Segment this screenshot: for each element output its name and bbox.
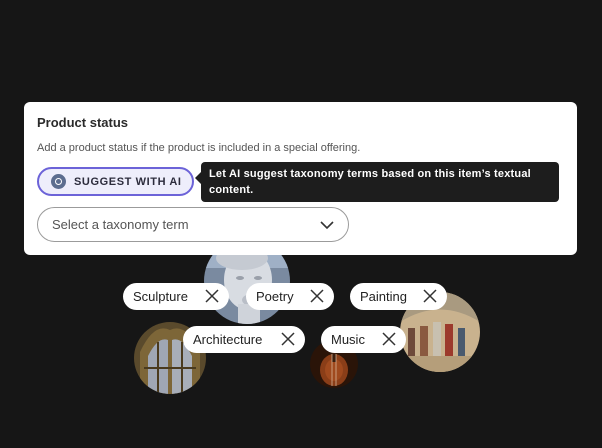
ai-sparkle-icon	[51, 174, 66, 189]
close-icon[interactable]	[423, 289, 437, 303]
close-icon[interactable]	[205, 289, 219, 303]
close-icon[interactable]	[382, 332, 396, 346]
close-icon[interactable]	[310, 289, 324, 303]
tag-label: Painting	[360, 289, 407, 304]
field-title: Product status	[37, 115, 129, 130]
tag-architecture: Architecture	[183, 326, 305, 353]
tag-sculpture: Sculpture	[123, 283, 229, 310]
suggest-with-ai-label: SUGGEST WITH AI	[74, 175, 182, 188]
chevron-down-icon	[320, 221, 334, 230]
tag-music: Music	[321, 326, 406, 353]
suggest-with-ai-button[interactable]: SUGGEST WITH AI	[37, 167, 194, 196]
ai-tooltip: Let AI suggest taxonomy terms based on t…	[195, 162, 559, 202]
tag-painting: Painting	[350, 283, 447, 310]
taxonomy-select[interactable]: Select a taxonomy term	[37, 207, 349, 242]
tag-poetry: Poetry	[246, 283, 334, 310]
close-icon[interactable]	[281, 332, 295, 346]
tag-label: Architecture	[193, 332, 263, 347]
tag-label: Music	[331, 332, 365, 347]
tag-label: Poetry	[256, 289, 294, 304]
product-status-card: Product status Add a product status if t…	[24, 102, 577, 255]
tag-label: Sculpture	[133, 289, 188, 304]
field-description: Add a product status if the product is i…	[37, 142, 361, 154]
taxonomy-select-placeholder: Select a taxonomy term	[52, 217, 189, 232]
